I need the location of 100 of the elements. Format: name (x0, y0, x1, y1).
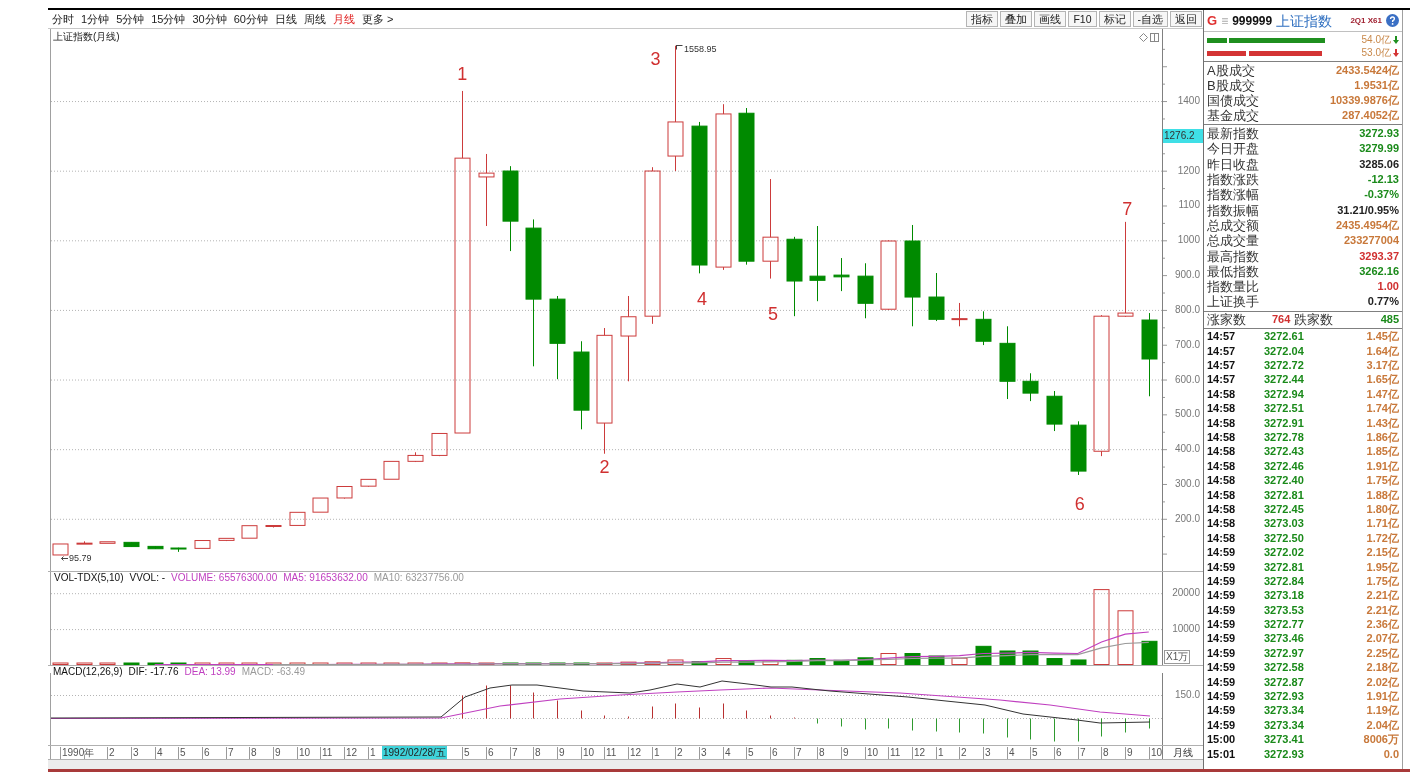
axis-label: 3 (701, 746, 707, 759)
tick-time: 14:59 (1207, 575, 1237, 587)
stat-value: 3285.06 (1359, 158, 1399, 170)
stat-label: 跌家数 (1294, 313, 1334, 327)
stock-name: 上证指数 (1276, 13, 1333, 28)
tick-amount: 1.91亿 (1366, 460, 1399, 472)
strength-value: 53.0亿 (1361, 48, 1391, 58)
tick-time: 14:59 (1207, 561, 1237, 573)
tick-amount: 1.75亿 (1366, 575, 1399, 587)
period-label: 月线 (1173, 747, 1193, 758)
stat-label: 最低指数 (1207, 264, 1259, 278)
tick-price: 3272.94 (1264, 388, 1304, 400)
tick-price: 3273.53 (1264, 604, 1304, 616)
stat-value: 3279.99 (1359, 143, 1399, 155)
axis-label: 9 (843, 746, 849, 759)
stat-value: 3293.37 (1359, 250, 1399, 262)
chart-annotation: 6 (1074, 495, 1085, 513)
axis-label: 10 (1151, 746, 1163, 759)
tick-amount: 1.95亿 (1366, 561, 1399, 573)
tick-price: 3273.34 (1264, 705, 1304, 717)
tick-price: 3272.81 (1264, 489, 1304, 501)
strength-value: 54.0亿 (1361, 35, 1391, 45)
tick-time: 14:59 (1207, 590, 1237, 602)
axis-label: 6 (488, 746, 494, 759)
axis-label: 10000 (1172, 624, 1200, 635)
tick-price: 3273.18 (1264, 590, 1304, 602)
tick-price: 3272.40 (1264, 475, 1304, 487)
stat-label: 最新指数 (1207, 127, 1259, 141)
axis-label: 12 (630, 746, 642, 759)
axis-label: 150.0 (1174, 690, 1200, 700)
axis-label: 6 (772, 746, 778, 759)
axis-label: 12 (346, 746, 358, 759)
axis-label: 1990年 (62, 746, 95, 759)
axis-label: 700.0 (1174, 339, 1200, 350)
tick-amount: 1.64亿 (1366, 345, 1399, 357)
tick-time: 14:58 (1207, 432, 1237, 443)
tick-amount: 1.86亿 (1366, 432, 1399, 443)
axis-label: 200.0 (1174, 513, 1200, 524)
tick-price: 3272.91 (1264, 417, 1304, 429)
tick-amount: 1.75亿 (1366, 475, 1399, 487)
legend-label: MA10: 63237756.00 (373, 573, 464, 583)
stat-value: 31.21/0.95% (1337, 204, 1399, 216)
stat-label: 指数量比 (1207, 280, 1259, 294)
low-price-label: 95.79 (69, 554, 92, 564)
cursor-value-label: 1276.2 (1163, 128, 1203, 143)
stat-value: 2435.4954亿 (1336, 219, 1399, 231)
stat-label: 涨家数 (1207, 313, 1246, 327)
cursor-date-label: 1992/02/28/五 (382, 746, 447, 759)
tick-amount: 8006万 (1363, 734, 1399, 746)
tick-amount: 1.85亿 (1366, 446, 1399, 458)
stat-label: A股成交 (1207, 64, 1255, 77)
tick-amount: 1.43亿 (1366, 417, 1399, 429)
axis-label: 8 (819, 746, 825, 759)
tick-amount: 1.91亿 (1366, 691, 1399, 702)
tick-time: 14:59 (1207, 647, 1237, 659)
stat-label: 指数振幅 (1207, 203, 1259, 217)
stat-value: -0.37% (1364, 189, 1399, 201)
stat-value: 0.77% (1367, 296, 1399, 308)
stat-value: 1.9531亿 (1354, 80, 1399, 91)
tick-price: 3272.93 (1264, 748, 1304, 760)
market-letter: G (1207, 14, 1218, 27)
axis-label: 600.0 (1174, 374, 1200, 385)
axis-label: 11 (890, 746, 901, 759)
tick-price: 3272.93 (1264, 691, 1304, 702)
tick-price: 3272.77 (1264, 619, 1304, 631)
tick-amount: 1.47亿 (1366, 388, 1399, 400)
stat-value: 287.4052亿 (1342, 110, 1399, 121)
axis-label: 5 (1032, 746, 1038, 759)
tick-time: 14:58 (1207, 489, 1237, 501)
legend-label: VOLUME: 65576300.00 (171, 573, 278, 583)
tick-price: 3272.51 (1264, 403, 1304, 415)
stat-label: 总成交额 (1207, 218, 1259, 232)
stat-label: 昨日收盘 (1207, 157, 1259, 171)
tick-price: 3273.03 (1264, 518, 1304, 530)
stock-tag: 2Q1 X61 (1350, 16, 1382, 25)
chart-annotation: 7 (1122, 200, 1133, 218)
tick-amount: 2.21亿 (1366, 604, 1399, 616)
tick-price: 3272.02 (1264, 547, 1304, 559)
tick-time: 14:58 (1207, 460, 1237, 472)
tick-amount: 1.71亿 (1366, 518, 1399, 530)
axis-label: 11 (606, 746, 617, 759)
axis-label: 1 (370, 746, 376, 759)
tick-time: 14:59 (1207, 691, 1237, 702)
chart-title: 上证指数(月线) (53, 32, 120, 42)
tick-price: 3273.34 (1264, 719, 1304, 731)
tick-time: 14:58 (1207, 518, 1237, 530)
axis-label: 6 (204, 746, 210, 759)
axis-label: 6 (1056, 746, 1062, 759)
stat-label: 上证换手 (1207, 295, 1259, 309)
stat-label: 基金成交 (1207, 109, 1259, 122)
tick-price: 3272.78 (1264, 432, 1304, 443)
tick-amount: 1.19亿 (1366, 705, 1399, 717)
tick-time: 14:59 (1207, 633, 1237, 645)
axis-label: 12 (914, 746, 926, 759)
axis-label: 7 (512, 746, 518, 759)
stat-label: 国债成交 (1207, 94, 1259, 107)
tick-time: 14:59 (1207, 547, 1237, 559)
axis-label: 8 (251, 746, 257, 759)
tick-time: 14:58 (1207, 446, 1237, 458)
axis-label: 7 (796, 746, 802, 759)
